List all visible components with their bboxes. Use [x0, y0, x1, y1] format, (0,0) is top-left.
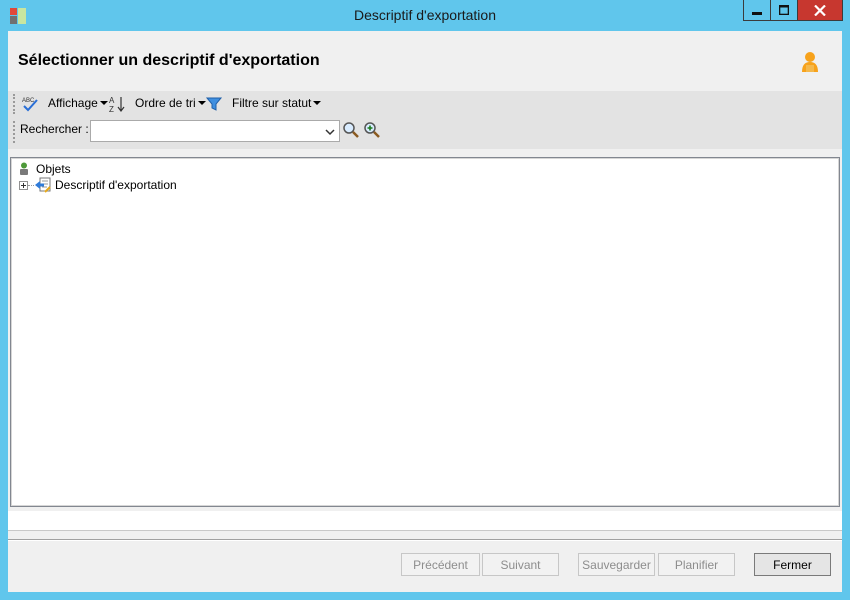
page-title: Sélectionner un descriptif d'exportation [18, 52, 320, 69]
chevron-down-icon[interactable] [323, 125, 337, 139]
maximize-button[interactable] [770, 0, 798, 21]
chevron-down-icon [99, 101, 108, 105]
sort-order-menu-button[interactable]: Ordre de tri [135, 96, 206, 110]
tree-item[interactable]: Descriptif d'exportation [11, 177, 311, 193]
svg-text:A: A [109, 96, 115, 105]
objects-tree[interactable]: Objets Descriptif d'exportation [10, 157, 840, 507]
status-filter-menu-button[interactable]: Filtre sur statut [232, 96, 322, 110]
toolbar-row-search: Rechercher : [8, 119, 842, 147]
dialog-window: Descriptif d'exportation Sélectionner un… [0, 0, 850, 600]
divider [8, 539, 842, 541]
svg-text:Z: Z [109, 105, 114, 113]
next-button[interactable]: Suivant [482, 553, 559, 576]
schedule-button[interactable]: Planifier [658, 553, 735, 576]
search-label: Rechercher : [20, 122, 89, 136]
tree-item-label: Descriptif d'exportation [55, 178, 177, 192]
sort-az-icon[interactable]: A Z [108, 95, 126, 113]
dialog-header: Sélectionner un descriptif d'exportation [8, 31, 842, 91]
objects-icon [20, 162, 28, 175]
chevron-down-icon [313, 101, 322, 105]
maximize-icon [779, 5, 789, 15]
spellcheck-icon[interactable]: ABC [21, 95, 39, 113]
search-icon[interactable] [342, 121, 360, 139]
close-window-button[interactable] [797, 0, 843, 21]
close-button[interactable]: Fermer [754, 553, 831, 576]
filter-icon[interactable] [205, 95, 223, 113]
toolbar-grip[interactable] [13, 121, 15, 143]
tree-root-label: Objets [36, 162, 71, 176]
dialog-client-area: Sélectionner un descriptif d'exportation… [8, 31, 842, 592]
zoom-in-icon[interactable] [363, 121, 381, 139]
previous-button[interactable]: Précédent [401, 553, 480, 576]
status-filter-label: Filtre sur statut [232, 96, 312, 110]
toolbar-area: ABC Affichage A Z Ordre de tri Filtre su… [8, 91, 842, 149]
minimize-icon [752, 12, 762, 15]
search-input[interactable] [93, 122, 319, 140]
title-bar: Descriptif d'exportation [0, 0, 850, 32]
search-combobox[interactable] [90, 120, 340, 142]
status-strip [8, 511, 842, 531]
display-menu-button[interactable]: Affichage [48, 96, 108, 110]
window-title: Descriptif d'exportation [354, 7, 496, 23]
minimize-button[interactable] [743, 0, 771, 21]
toolbar-row-view: ABC Affichage A Z Ordre de tri Filtre su… [8, 91, 842, 117]
display-menu-label: Affichage [48, 96, 98, 110]
toolbar-grip[interactable] [13, 94, 15, 114]
close-icon [814, 4, 826, 16]
export-descriptor-icon [35, 177, 51, 193]
save-button[interactable]: Sauvegarder [578, 553, 655, 576]
user-icon [802, 52, 818, 72]
sort-order-label: Ordre de tri [135, 96, 196, 110]
expand-icon[interactable] [19, 181, 28, 190]
